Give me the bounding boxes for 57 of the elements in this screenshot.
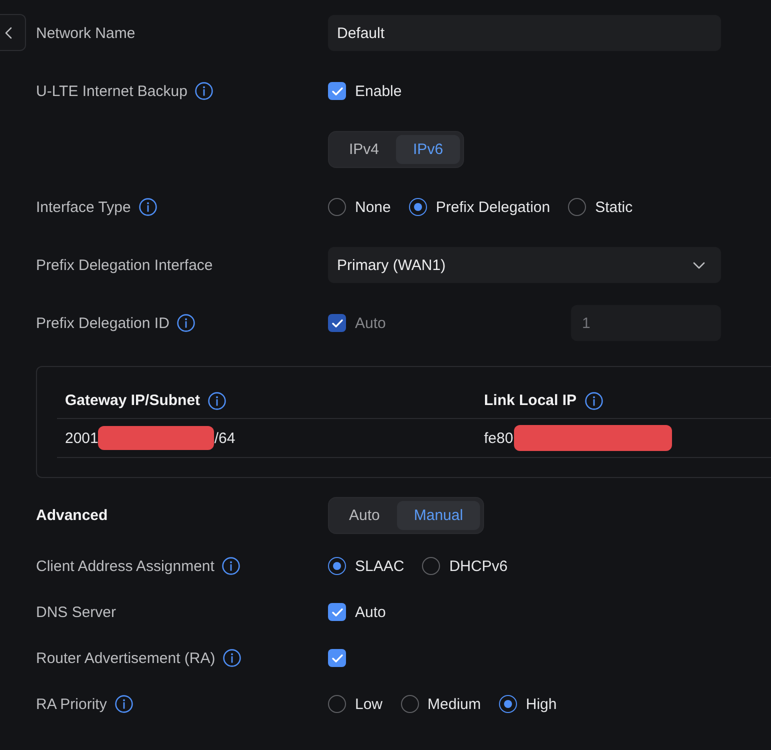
- column-header: Gateway IP/Subnet: [65, 392, 200, 409]
- checkbox-label: Auto: [355, 604, 386, 620]
- checkmark-icon: [332, 318, 342, 328]
- checkbox-label: Auto: [355, 314, 386, 332]
- info-icon[interactable]: [114, 695, 133, 713]
- field-label: Interface Type: [36, 198, 131, 216]
- radio-button[interactable]: [328, 198, 346, 216]
- info-icon[interactable]: [195, 82, 214, 100]
- back-button[interactable]: [0, 14, 26, 51]
- field-label: Router Advertisement (RA): [36, 650, 216, 666]
- field-label: Prefix Delegation Interface: [36, 256, 213, 274]
- select-field[interactable]: Primary (WAN1): [328, 247, 721, 283]
- address-text: /64: [214, 430, 236, 446]
- segment-tab[interactable]: IPv4: [332, 135, 396, 164]
- radio-button[interactable]: [498, 695, 517, 713]
- radio-button[interactable]: [328, 557, 346, 575]
- info-icon[interactable]: [584, 392, 603, 410]
- checkmark-icon: [332, 86, 342, 96]
- radio-label: Medium: [428, 696, 481, 712]
- field-label: Prefix Delegation ID: [36, 314, 170, 332]
- column-header: Link Local IP: [484, 392, 577, 409]
- radio-label: High: [526, 696, 557, 712]
- checkbox[interactable]: [328, 82, 346, 100]
- info-icon[interactable]: [223, 649, 242, 667]
- radio-label: Static: [595, 198, 633, 216]
- field-label: Network Name: [36, 24, 136, 42]
- checkbox[interactable]: [328, 649, 346, 667]
- info-icon[interactable]: [208, 392, 226, 410]
- radio-label: None: [355, 198, 391, 216]
- info-icon[interactable]: [222, 557, 240, 575]
- radio-label: DHCPv6: [449, 558, 508, 574]
- checkmark-icon: [332, 654, 342, 662]
- text-field[interactable]: Default: [328, 15, 721, 51]
- info-icon[interactable]: [138, 198, 157, 216]
- segment-tab[interactable]: IPv6: [396, 135, 460, 164]
- field-label: U-LTE Internet Backup: [36, 82, 188, 100]
- chevron-left-icon: [5, 26, 12, 38]
- checkbox-label: Enable: [355, 82, 402, 100]
- chevron-down-icon: [693, 262, 705, 268]
- address-text: 2001: [65, 430, 98, 446]
- section-title: Advanced: [36, 507, 109, 524]
- segment-tab[interactable]: Auto: [332, 501, 397, 530]
- checkbox[interactable]: [328, 603, 346, 621]
- field-label: DNS Server: [36, 604, 116, 620]
- radio-button[interactable]: [400, 695, 419, 713]
- checkmark-icon: [332, 608, 342, 616]
- radio-label: Low: [355, 696, 383, 712]
- radio-button[interactable]: [422, 557, 440, 575]
- radio-button[interactable]: [568, 198, 586, 216]
- field-label: Client Address Assignment: [36, 558, 214, 574]
- segment-tab[interactable]: Manual: [396, 501, 480, 530]
- address-text: fe80:: [484, 430, 518, 446]
- radio-label: SLAAC: [355, 558, 404, 574]
- radio-label: Prefix Delegation: [436, 198, 550, 216]
- radio-button[interactable]: [408, 198, 427, 216]
- radio-button[interactable]: [328, 695, 346, 713]
- field-label: RA Priority: [36, 696, 107, 712]
